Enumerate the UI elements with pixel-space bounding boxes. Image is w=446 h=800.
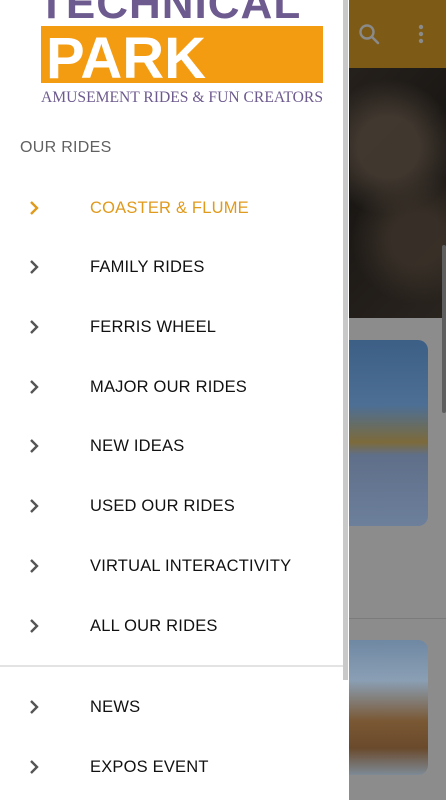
menu-item-label: NEWS [90, 697, 141, 716]
menu-item-expos-event[interactable]: EXPOS EVENT [0, 737, 343, 797]
chevron-right-icon [30, 760, 39, 774]
menu-item-news[interactable]: NEWS [0, 677, 343, 737]
scroll-handle[interactable] [442, 245, 446, 413]
menu-item-label: FERRIS WHEEL [90, 317, 217, 336]
menu-item-label: ALL OUR RIDES [90, 616, 218, 635]
navigation-drawer: TECHNICAL PARK AMUSEMENT RIDES & FUN CRE… [0, 0, 349, 800]
section-title: OUR RIDES [20, 139, 112, 156]
chevron-right-icon [30, 260, 39, 274]
menu-item-label: EXPOS EVENT [90, 757, 209, 776]
menu-item-label: VIRTUAL INTERACTIVITY [90, 556, 292, 575]
menu-item-all-rides[interactable]: ALL OUR RIDES [0, 596, 343, 656]
chevron-right-icon [30, 439, 39, 453]
menu-item-new-ideas[interactable]: NEW IDEAS [0, 416, 343, 476]
more-vert-icon [418, 24, 424, 44]
drawer-divider [0, 665, 343, 667]
menu-item-label: USED OUR RIDES [90, 496, 235, 515]
logo-line1: TECHNICAL [38, 0, 301, 28]
more-options-button[interactable] [405, 18, 437, 50]
chevron-right-icon [30, 619, 39, 633]
drawer-scrollbar[interactable] [343, 0, 348, 680]
menu-item-label: FAMILY RIDES [90, 257, 205, 276]
menu-item-label: COASTER & FLUME [90, 198, 249, 217]
menu-item-label: NEW IDEAS [90, 436, 185, 455]
chevron-right-icon [30, 559, 39, 573]
chevron-right-icon [30, 700, 39, 714]
logo-tagline: AMUSEMENT RIDES & FUN CREATORS [41, 89, 323, 106]
chevron-right-icon [30, 380, 39, 394]
search-icon [359, 24, 380, 45]
menu-item-ferris-wheel[interactable]: FERRIS WHEEL [0, 297, 343, 357]
chevron-right-icon [30, 320, 39, 334]
search-button[interactable] [353, 18, 385, 50]
chevron-right-icon [30, 201, 39, 215]
menu-item-family-rides[interactable]: FAMILY RIDES [0, 237, 343, 297]
logo-line2: PARK [46, 26, 206, 91]
menu-item-used-rides[interactable]: USED OUR RIDES [0, 476, 343, 536]
brand-logo: TECHNICAL PARK AMUSEMENT RIDES & FUN CRE… [38, 0, 328, 110]
menu-item-major-rides[interactable]: MAJOR OUR RIDES [0, 357, 343, 417]
chevron-right-icon [30, 499, 39, 513]
menu-item-coaster-flume[interactable]: COASTER & FLUME [0, 178, 343, 238]
menu-item-virtual-interactivity[interactable]: VIRTUAL INTERACTIVITY [0, 536, 343, 596]
menu-item-label: MAJOR OUR RIDES [90, 377, 248, 396]
